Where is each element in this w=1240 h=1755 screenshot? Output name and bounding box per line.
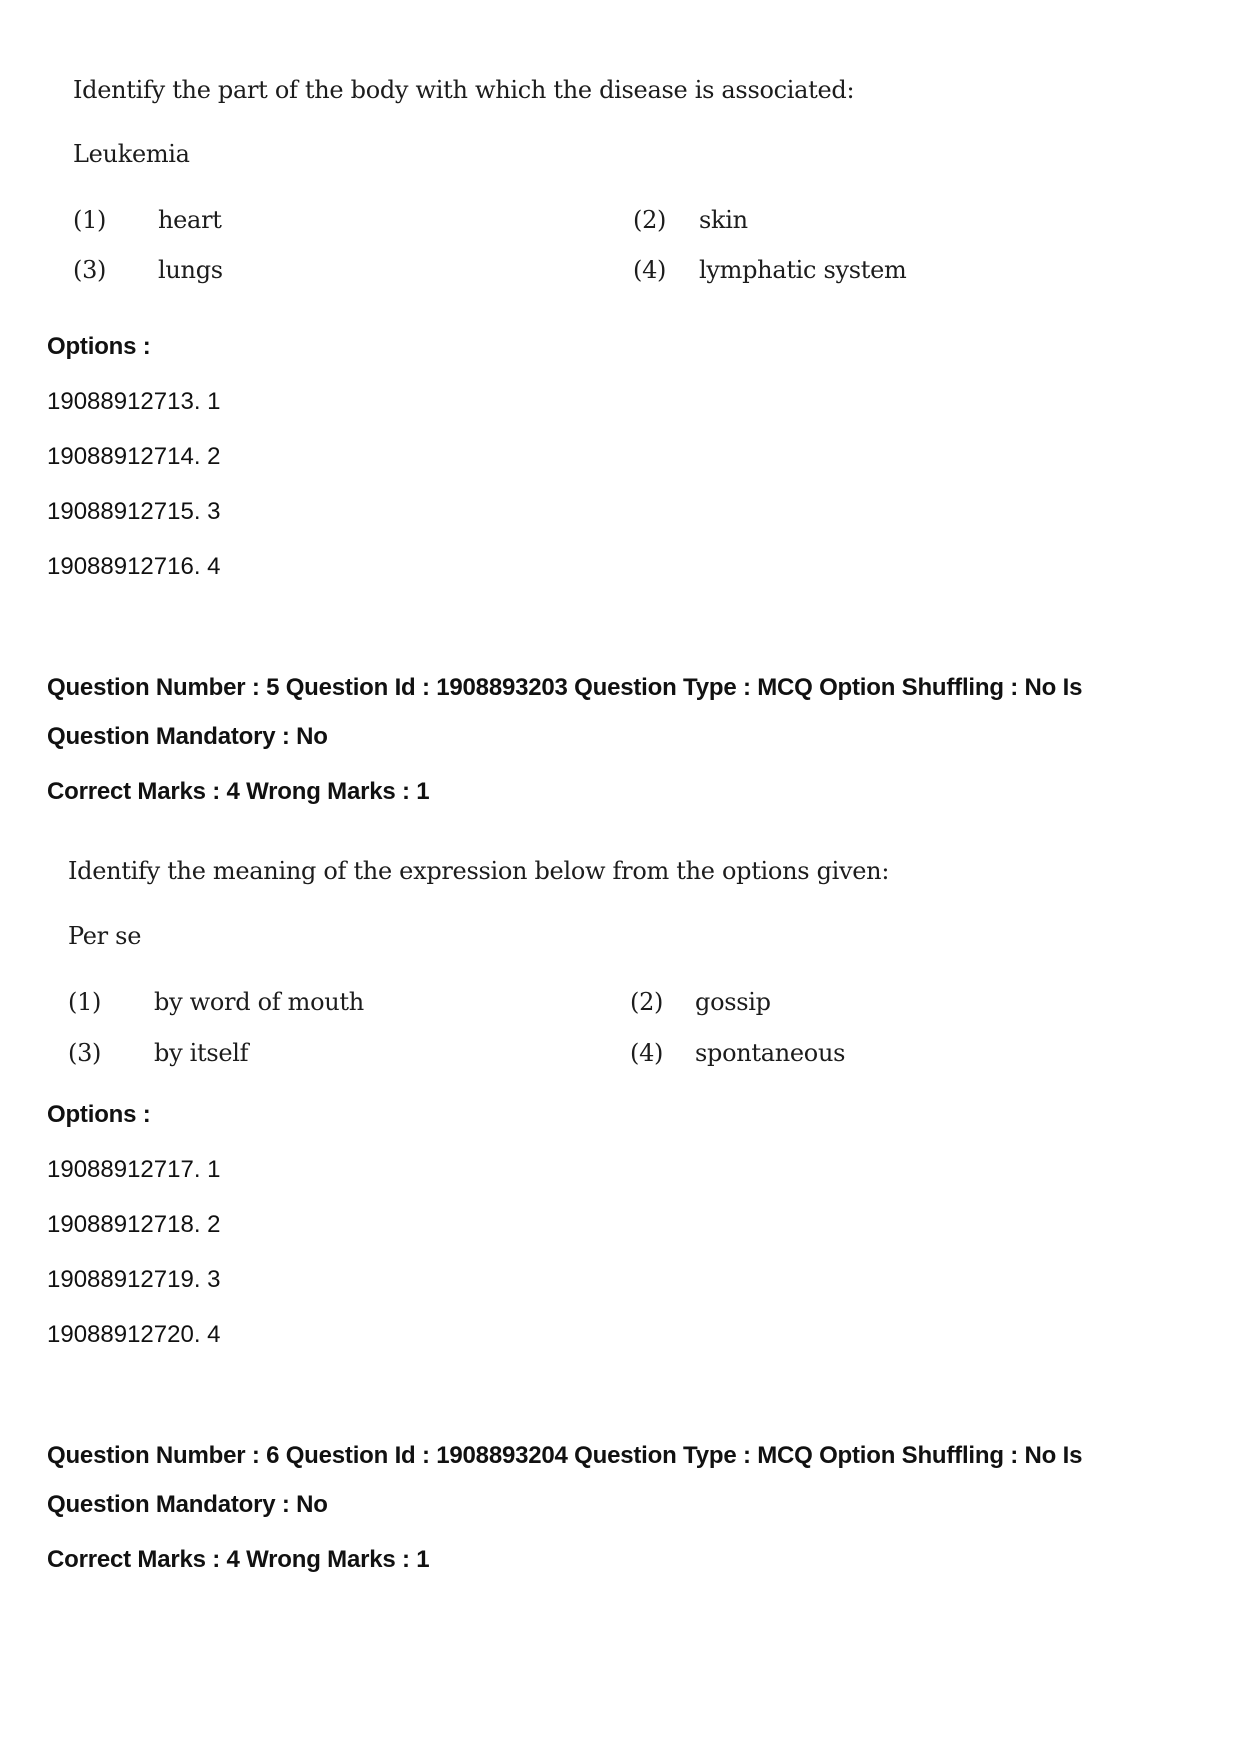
option-item: 19088912716. 4	[47, 553, 221, 580]
choice-text: spontaneous	[695, 1039, 846, 1067]
choice-number: (1)	[73, 206, 107, 234]
question-marks: Correct Marks : 4 Wrong Marks : 1	[47, 1546, 430, 1573]
choice-text: by itself	[154, 1039, 249, 1067]
choice-number: (3)	[73, 256, 107, 284]
option-item: 19088912713. 1	[47, 388, 221, 415]
question-header: Question Number : 5 Question Id : 190889…	[47, 674, 1083, 701]
choice-text: heart	[158, 206, 222, 234]
option-item: 19088912719. 3	[47, 1266, 221, 1293]
option-item: 19088912715. 3	[47, 498, 221, 525]
options-label: Options :	[47, 1101, 151, 1128]
option-item: 19088912720. 4	[47, 1321, 221, 1348]
option-item: 19088912714. 2	[47, 443, 221, 470]
question-marks: Correct Marks : 4 Wrong Marks : 1	[47, 778, 430, 805]
question-prompt: Identify the part of the body with which…	[73, 76, 855, 104]
choice-number: (2)	[633, 206, 667, 234]
question-mandatory: Question Mandatory : No	[47, 723, 328, 750]
choice-number: (2)	[630, 988, 664, 1016]
option-item: 19088912718. 2	[47, 1211, 221, 1238]
choice-number: (4)	[633, 256, 667, 284]
question-mandatory: Question Mandatory : No	[47, 1491, 328, 1518]
choice-text: by word of mouth	[154, 988, 364, 1016]
question-header: Question Number : 6 Question Id : 190889…	[47, 1442, 1083, 1469]
choice-number: (3)	[68, 1039, 102, 1067]
question-prompt: Identify the meaning of the expression b…	[68, 857, 890, 885]
choice-text: lungs	[158, 256, 223, 284]
choice-text: skin	[699, 206, 748, 234]
options-label: Options :	[47, 333, 151, 360]
choice-number: (4)	[630, 1039, 664, 1067]
option-item: 19088912717. 1	[47, 1156, 221, 1183]
choice-number: (1)	[68, 988, 102, 1016]
question-term: Per se	[68, 922, 142, 950]
choice-text: gossip	[695, 988, 771, 1016]
question-term: Leukemia	[73, 140, 190, 168]
choice-text: lymphatic system	[699, 256, 907, 284]
